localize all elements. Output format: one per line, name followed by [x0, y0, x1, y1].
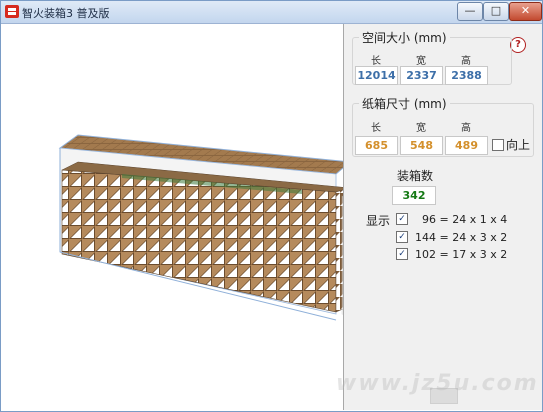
- carton-width-field[interactable]: 548: [400, 136, 443, 155]
- watermark: www.jz5u.com: [336, 371, 539, 396]
- display-row-1-checkbox[interactable]: ✓: [396, 213, 408, 225]
- close-button[interactable]: ✕: [509, 2, 542, 21]
- space-width-field[interactable]: 2337: [400, 66, 443, 85]
- display-row-3-checkbox[interactable]: ✓: [396, 248, 408, 260]
- upright-checkbox[interactable]: [492, 139, 504, 151]
- window-title: 智火装箱3 普及版: [22, 7, 110, 20]
- display-row-1-text: 96 = 24 x 1 x 4: [422, 213, 508, 226]
- box-count-field: 342: [392, 186, 436, 205]
- display-label: 显示: [366, 214, 391, 228]
- display-row-3-text: 102 = 17 x 3 x 2: [415, 248, 508, 261]
- space-height-field[interactable]: 2388: [445, 66, 488, 85]
- help-icon[interactable]: ?: [510, 37, 526, 53]
- space-height-header: 高: [461, 56, 471, 67]
- parameter-panel: ? 空间大小 (mm) 长 宽 高 12014 2337 2388 纸箱尺寸 (…: [344, 24, 542, 410]
- carton-length-header: 长: [371, 123, 381, 134]
- 3d-viewport[interactable]: [2, 24, 344, 410]
- title-bar[interactable]: 智火装箱3 普及版 — □ ✕: [1, 1, 542, 24]
- space-size-group: 空间大小 (mm) 长 宽 高 12014 2337 2388: [352, 29, 512, 85]
- maximize-button[interactable]: □: [483, 2, 509, 21]
- container-3d-view[interactable]: [2, 24, 343, 410]
- app-window: 智火装箱3 普及版 — □ ✕ ? 空间大小 (mm) 长 宽 高 12014 …: [0, 0, 543, 412]
- carton-size-label: 纸箱尺寸 (mm): [359, 95, 450, 112]
- space-width-header: 宽: [416, 56, 426, 67]
- app-logo-icon: [5, 5, 19, 18]
- space-length-field[interactable]: 12014: [355, 66, 398, 85]
- container-end-ghost: [341, 195, 343, 315]
- carton-width-header: 宽: [416, 123, 426, 134]
- space-length-header: 长: [371, 56, 381, 67]
- carton-height-header: 高: [461, 123, 471, 134]
- space-size-label: 空间大小 (mm): [359, 29, 450, 46]
- carton-size-group: 纸箱尺寸 (mm) 长 宽 高 685 548 489 向上: [352, 95, 534, 157]
- upright-label: 向上: [506, 138, 531, 152]
- display-row-2-checkbox[interactable]: ✓: [396, 231, 408, 243]
- minimize-button[interactable]: —: [457, 2, 483, 21]
- carton-height-field[interactable]: 489: [445, 136, 488, 155]
- display-row-2-text: 144 = 24 x 3 x 2: [415, 231, 508, 244]
- box-count-label: 装箱数: [397, 169, 434, 183]
- carton-length-field[interactable]: 685: [355, 136, 398, 155]
